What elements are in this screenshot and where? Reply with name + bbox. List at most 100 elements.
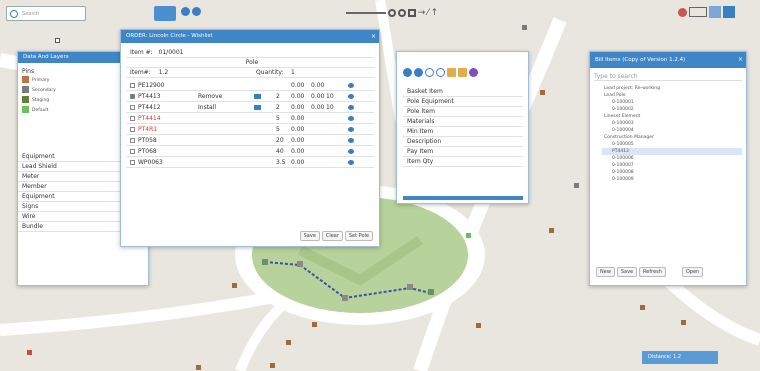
equipment-item[interactable]: Pay Item: [403, 147, 523, 157]
map-marker[interactable]: [312, 322, 317, 327]
equipment-item[interactable]: Min Item: [403, 127, 523, 137]
order-line-row[interactable]: WP0063 3.5 0.00: [126, 157, 374, 168]
map-marker[interactable]: [286, 340, 291, 345]
layers-icon[interactable]: [688, 7, 707, 17]
order-line-row[interactable]: PT4414 5 0.00: [126, 113, 374, 124]
equipment-scrollbar[interactable]: [403, 196, 523, 200]
row-checkbox[interactable]: [130, 105, 135, 110]
map-marker[interactable]: [681, 320, 686, 325]
tree-item[interactable]: Construction Manager: [602, 134, 742, 141]
equipment-item[interactable]: Materials: [403, 117, 523, 127]
tree-item[interactable]: 0-100004: [602, 127, 742, 134]
tree-item[interactable]: 0-100009: [602, 176, 742, 183]
close-icon[interactable]: ×: [371, 30, 376, 43]
map-marker[interactable]: [574, 183, 579, 188]
info-icon[interactable]: [348, 160, 354, 165]
tree-item[interactable]: 0-100008: [602, 169, 742, 176]
window-icon[interactable]: [708, 6, 721, 18]
map-marker[interactable]: [232, 283, 237, 288]
rows-value: 1.2: [158, 69, 169, 76]
search-box[interactable]: Search: [6, 6, 86, 21]
user-icons[interactable]: [678, 6, 756, 22]
row-code: PT058: [138, 137, 157, 144]
new-button[interactable]: New: [596, 267, 615, 277]
transformer-icon[interactable]: [446, 68, 456, 77]
row-checkbox[interactable]: [130, 83, 135, 88]
map-marker[interactable]: [55, 38, 60, 43]
row-checkbox[interactable]: [130, 149, 135, 154]
circle-icon[interactable]: [387, 9, 396, 17]
anchor-icon[interactable]: [468, 68, 478, 77]
info-icon[interactable]: [348, 94, 354, 99]
draw-tools[interactable]: → ⁄ ↑: [346, 8, 496, 20]
open-button[interactable]: Open: [681, 267, 704, 277]
equipment-item[interactable]: Pole Equipment: [403, 97, 523, 107]
clear-button[interactable]: Clear: [321, 231, 343, 241]
user-avatar-icon[interactable]: [722, 6, 735, 18]
row-checkbox[interactable]: [130, 138, 135, 143]
line-icon[interactable]: ⁄: [427, 8, 429, 18]
info-icon[interactable]: [348, 127, 354, 132]
tree-item[interactable]: 0-100005: [602, 141, 742, 148]
order-line-row[interactable]: PE12900 0.00 0.00: [126, 80, 374, 91]
ring-icon[interactable]: [435, 68, 445, 77]
tree-item[interactable]: Lineset Element: [602, 113, 742, 120]
meter-icon[interactable]: [413, 68, 423, 77]
order-line-row[interactable]: PT4412 Install 2 0.00 0.00 10: [126, 102, 374, 113]
info-icon[interactable]: [348, 138, 354, 143]
map-marker[interactable]: [270, 363, 275, 368]
save-button[interactable]: Save: [299, 231, 320, 241]
back-icon[interactable]: [181, 7, 190, 16]
box-icon[interactable]: [407, 9, 416, 17]
row-checkbox[interactable]: [130, 127, 135, 132]
equipment-icon[interactable]: [403, 68, 412, 77]
map-marker[interactable]: [640, 305, 645, 310]
map-marker[interactable]: [466, 233, 471, 238]
row-checkbox[interactable]: [130, 160, 135, 165]
refresh-button[interactable]: Refresh: [639, 267, 666, 277]
tree-item[interactable]: 0-100002: [602, 106, 742, 113]
order-line-row[interactable]: PT4R1 5 0.00: [126, 124, 374, 135]
order-line-row[interactable]: PT058 20 0.00: [126, 135, 374, 146]
settings-icon[interactable]: [678, 7, 687, 17]
map-marker[interactable]: [522, 25, 527, 30]
equipment-item[interactable]: Description: [403, 137, 523, 147]
equipment-item[interactable]: Pole Item: [403, 107, 523, 117]
order-line-row[interactable]: PT068 40 0.00: [126, 146, 374, 157]
map-marker[interactable]: [27, 350, 32, 355]
polygon-icon[interactable]: [397, 9, 406, 17]
map-marker[interactable]: [196, 365, 201, 370]
info-icon[interactable]: [348, 105, 354, 110]
order-line-row[interactable]: PT4413 Remove 2 0.00 0.00 10: [126, 91, 374, 102]
bill-search-input[interactable]: Type to search: [594, 72, 742, 81]
info-icon[interactable]: [348, 116, 354, 121]
tree-item[interactable]: PT4413: [602, 148, 742, 155]
legend-swatch: [22, 106, 29, 113]
set-pole-button[interactable]: Set Pole: [344, 231, 373, 241]
info-icon[interactable]: [348, 83, 354, 88]
save-button[interactable]: Save: [616, 267, 638, 277]
sign-icon[interactable]: [457, 68, 467, 77]
info-icon[interactable]: [348, 149, 354, 154]
map-marker[interactable]: [540, 90, 545, 95]
measure-line-icon[interactable]: [346, 12, 386, 14]
pin-icon[interactable]: ↑: [431, 8, 439, 18]
row-checkbox[interactable]: [130, 94, 135, 99]
row-checkbox[interactable]: [130, 116, 135, 121]
tree-item[interactable]: Lead project: Re-working: [602, 85, 742, 92]
map-marker[interactable]: [549, 228, 554, 233]
navigation-icons[interactable]: [181, 7, 217, 21]
tree-item[interactable]: 0-100001: [602, 99, 742, 106]
tree-item[interactable]: Lead Pole: [602, 92, 742, 99]
cross-icon[interactable]: [424, 68, 434, 77]
forward-icon[interactable]: [191, 7, 201, 16]
equipment-item[interactable]: Basket Item: [403, 87, 523, 97]
close-icon[interactable]: ×: [738, 52, 743, 68]
tree-item[interactable]: 0-100006: [602, 155, 742, 162]
equipment-item[interactable]: Item Qty: [403, 157, 523, 167]
arrow-icon[interactable]: →: [418, 8, 426, 18]
tree-item[interactable]: 0-100007: [602, 162, 742, 169]
zoom-search-button[interactable]: [154, 6, 176, 21]
map-marker[interactable]: [476, 323, 481, 328]
tree-item[interactable]: 0-100003: [602, 120, 742, 127]
